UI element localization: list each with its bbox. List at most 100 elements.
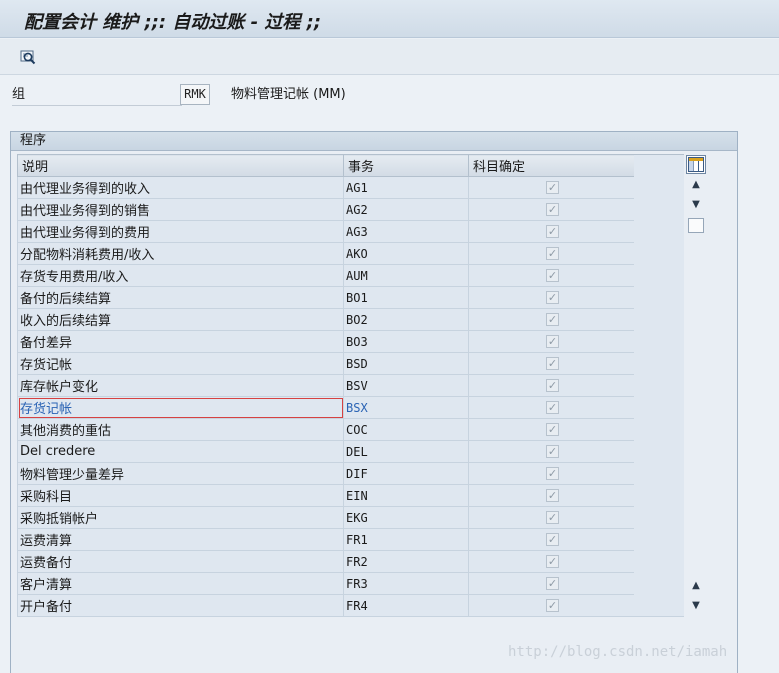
vertical-scrollbar[interactable]: ▲ ▼ ▲ ▼ xyxy=(686,176,706,617)
row-transaction[interactable]: EIN xyxy=(343,484,469,507)
checkbox-icon[interactable]: ✓ xyxy=(546,357,559,370)
checkbox-icon[interactable]: ✓ xyxy=(546,291,559,304)
table-row[interactable]: 备付的后续结算 BO1 ✓ xyxy=(17,286,635,309)
checkbox-icon[interactable]: ✓ xyxy=(546,533,559,546)
row-transaction[interactable]: DIF xyxy=(343,462,469,485)
checkbox-icon[interactable]: ✓ xyxy=(546,577,559,590)
toolbar xyxy=(0,39,779,75)
table-header-row: 说明 事务 科目确定 xyxy=(17,154,635,177)
scroll-up-icon[interactable]: ▲ xyxy=(686,176,706,194)
checkbox-icon[interactable]: ✓ xyxy=(546,203,559,216)
checkbox-icon[interactable]: ✓ xyxy=(546,247,559,260)
row-description[interactable]: 存货记帐 xyxy=(17,352,344,375)
find-icon[interactable] xyxy=(18,47,38,67)
table-row[interactable]: 物料管理少量差异 DIF ✓ xyxy=(17,462,635,485)
row-transaction[interactable]: EKG xyxy=(343,506,469,529)
checkbox-icon[interactable]: ✓ xyxy=(546,401,559,414)
row-description[interactable]: 开户备付 xyxy=(17,594,344,617)
table-row[interactable]: 运费备付 FR2 ✓ xyxy=(17,550,635,573)
row-transaction[interactable]: BSD xyxy=(343,352,469,375)
table-row[interactable]: 存货专用费用/收入 AUM ✓ xyxy=(17,264,635,287)
scroll-up-bottom-icon[interactable]: ▲ xyxy=(686,577,706,595)
row-description[interactable]: 其他消费的重估 xyxy=(17,418,344,441)
table-row[interactable]: 采购抵销帐户 EKG ✓ xyxy=(17,506,635,529)
row-transaction[interactable]: BSX xyxy=(343,396,469,419)
column-header-description[interactable]: 说明 xyxy=(17,154,344,177)
table-row[interactable]: 由代理业务得到的销售 AG2 ✓ xyxy=(17,198,635,221)
row-description[interactable]: 备付差异 xyxy=(17,330,344,353)
row-description[interactable]: 存货专用费用/收入 xyxy=(17,264,344,287)
checkbox-icon[interactable]: ✓ xyxy=(546,489,559,502)
checkbox-icon[interactable]: ✓ xyxy=(546,467,559,480)
row-transaction[interactable]: AUM xyxy=(343,264,469,287)
title-bar: 配置会计 维护 ;;: 自动过账 - 过程 ;; xyxy=(0,0,779,38)
group-field-value[interactable]: RMK xyxy=(180,84,210,105)
row-description[interactable]: Del credere xyxy=(17,440,344,463)
checkbox-icon[interactable]: ✓ xyxy=(546,511,559,524)
row-transaction[interactable]: FR4 xyxy=(343,594,469,617)
table-row[interactable]: 库存帐户变化 BSV ✓ xyxy=(17,374,635,397)
checkbox-icon[interactable]: ✓ xyxy=(546,555,559,568)
scroll-down-icon[interactable]: ▼ xyxy=(686,196,706,214)
checkbox-icon[interactable]: ✓ xyxy=(546,379,559,392)
row-transaction[interactable]: AG3 xyxy=(343,220,469,243)
row-account-determination: ✓ xyxy=(468,528,635,551)
scroll-down-bottom-icon[interactable]: ▼ xyxy=(686,597,706,615)
column-header-account-determination[interactable]: 科目确定 xyxy=(468,154,635,177)
row-description[interactable]: 物料管理少量差异 xyxy=(17,462,344,485)
checkbox-icon[interactable]: ✓ xyxy=(546,335,559,348)
row-transaction[interactable]: BSV xyxy=(343,374,469,397)
table-row[interactable]: 由代理业务得到的费用 AG3 ✓ xyxy=(17,220,635,243)
row-transaction[interactable]: BO3 xyxy=(343,330,469,353)
row-description[interactable]: 运费清算 xyxy=(17,528,344,551)
table-row[interactable]: 采购科目 EIN ✓ xyxy=(17,484,635,507)
row-description[interactable]: 采购抵销帐户 xyxy=(17,506,344,529)
row-description[interactable]: 分配物料消耗费用/收入 xyxy=(17,242,344,265)
row-description[interactable]: 备付的后续结算 xyxy=(17,286,344,309)
table-row[interactable]: 存货记帐 BSX ✓ xyxy=(17,396,635,419)
table-row[interactable]: 存货记帐 BSD ✓ xyxy=(17,352,635,375)
checkbox-icon[interactable]: ✓ xyxy=(546,269,559,282)
row-transaction[interactable]: COC xyxy=(343,418,469,441)
table-row[interactable]: 运费清算 FR1 ✓ xyxy=(17,528,635,551)
row-description[interactable]: 运费备付 xyxy=(17,550,344,573)
row-description[interactable]: 由代理业务得到的销售 xyxy=(17,198,344,221)
row-transaction[interactable]: AG1 xyxy=(343,176,469,199)
row-transaction[interactable]: BO2 xyxy=(343,308,469,331)
checkbox-icon[interactable]: ✓ xyxy=(546,445,559,458)
checkbox-icon[interactable]: ✓ xyxy=(546,181,559,194)
table-settings-icon[interactable] xyxy=(686,155,706,174)
row-description[interactable]: 采购科目 xyxy=(17,484,344,507)
checkbox-icon[interactable]: ✓ xyxy=(546,225,559,238)
row-description[interactable]: 客户清算 xyxy=(17,572,344,595)
table-row[interactable]: 收入的后续结算 BO2 ✓ xyxy=(17,308,635,331)
row-account-determination: ✓ xyxy=(468,506,635,529)
table-row[interactable]: 客户清算 FR3 ✓ xyxy=(17,572,635,595)
row-transaction[interactable]: FR2 xyxy=(343,550,469,573)
table-row[interactable]: Del credere DEL ✓ xyxy=(17,440,635,463)
table-row[interactable]: 其他消费的重估 COC ✓ xyxy=(17,418,635,441)
table-row[interactable]: 开户备付 FR4 ✓ xyxy=(17,594,635,617)
checkbox-icon[interactable]: ✓ xyxy=(546,423,559,436)
group-field-row: 组 RMK 物料管理记帐 (MM) xyxy=(0,84,779,108)
table-row[interactable]: 由代理业务得到的收入 AG1 ✓ xyxy=(17,176,635,199)
row-account-determination: ✓ xyxy=(468,198,635,221)
row-description[interactable]: 收入的后续结算 xyxy=(17,308,344,331)
row-transaction[interactable]: DEL xyxy=(343,440,469,463)
checkbox-icon[interactable]: ✓ xyxy=(546,313,559,326)
row-transaction[interactable]: FR3 xyxy=(343,572,469,595)
row-transaction[interactable]: AG2 xyxy=(343,198,469,221)
row-description[interactable]: 由代理业务得到的费用 xyxy=(17,220,344,243)
column-header-transaction[interactable]: 事务 xyxy=(343,154,469,177)
checkbox-icon[interactable]: ✓ xyxy=(546,599,559,612)
scrollbar-thumb[interactable] xyxy=(688,218,704,233)
row-description[interactable]: 库存帐户变化 xyxy=(17,374,344,397)
row-account-determination: ✓ xyxy=(468,352,635,375)
row-transaction[interactable]: FR1 xyxy=(343,528,469,551)
row-description[interactable]: 由代理业务得到的收入 xyxy=(17,176,344,199)
row-description[interactable]: 存货记帐 xyxy=(17,396,344,419)
row-transaction[interactable]: AKO xyxy=(343,242,469,265)
table-row[interactable]: 备付差异 BO3 ✓ xyxy=(17,330,635,353)
table-row[interactable]: 分配物料消耗费用/收入 AKO ✓ xyxy=(17,242,635,265)
row-transaction[interactable]: BO1 xyxy=(343,286,469,309)
